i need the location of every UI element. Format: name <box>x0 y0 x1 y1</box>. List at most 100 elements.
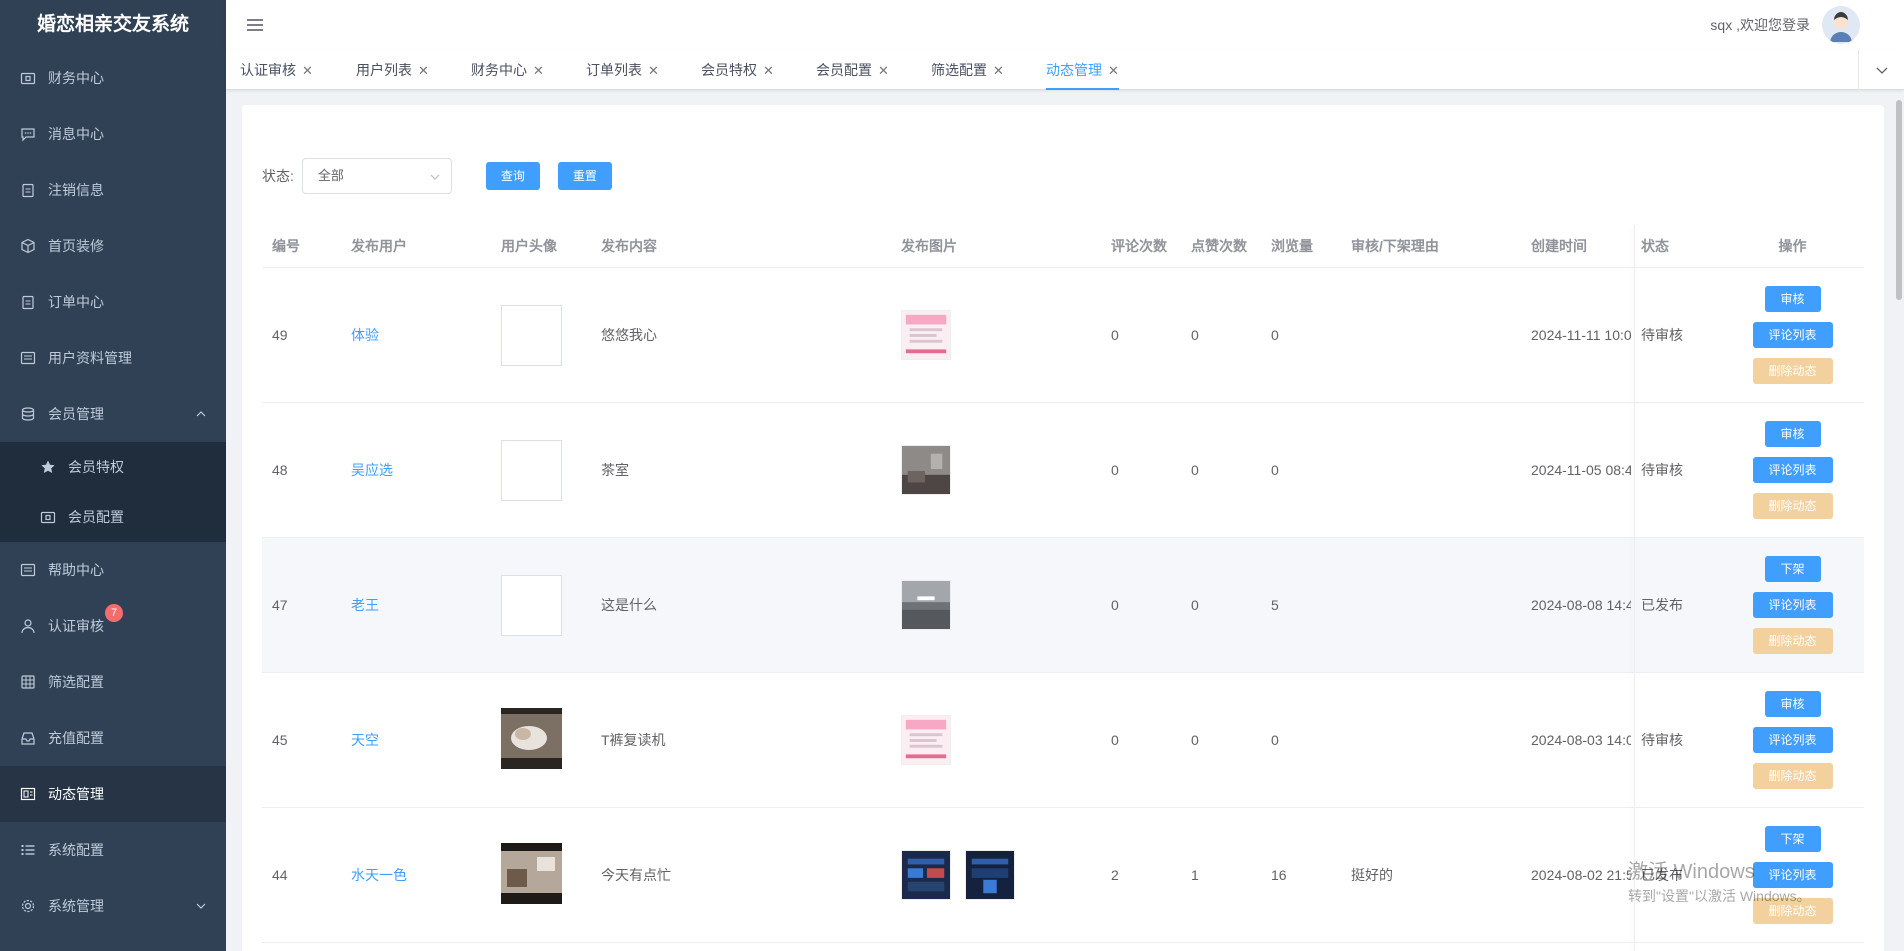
sidebar-item-finance[interactable]: 财务中心 <box>0 50 226 106</box>
close-icon[interactable]: ✕ <box>302 63 313 78</box>
search-button[interactable]: 查询 <box>485 162 540 190</box>
sidebar-item-label: 订单中心 <box>48 294 104 310</box>
review-button[interactable]: 审核 <box>1764 691 1821 717</box>
sidebar-item-home-decoration[interactable]: 首页装修 <box>0 218 226 274</box>
user-icon <box>20 618 36 634</box>
tab-member-config[interactable]: 会员配置 ✕ <box>816 50 889 90</box>
comment-list-button[interactable]: 评论列表 <box>1752 322 1833 348</box>
tab-moments[interactable]: 动态管理 ✕ <box>1046 50 1119 90</box>
row-views: 16 <box>1271 867 1287 883</box>
tab-user-list[interactable]: 用户列表 ✕ <box>356 50 429 90</box>
watermark-line-2: 转到"设置"以激活 Windows。 <box>1628 888 1811 904</box>
delete-moment-button[interactable]: 删除动态 <box>1752 763 1833 789</box>
row-created: 2024-08-02 21:5 <box>1531 867 1631 883</box>
row-views: 0 <box>1271 327 1279 343</box>
close-icon[interactable]: ✕ <box>533 63 544 78</box>
sidebar-item-user-profiles[interactable]: 用户资料管理 <box>0 330 226 386</box>
comment-list-button[interactable]: 评论列表 <box>1752 592 1833 618</box>
post-image[interactable] <box>901 715 951 765</box>
sidebar-item-membership[interactable]: 会员管理 <box>0 386 226 442</box>
sidebar-item-messages[interactable]: 消息中心 <box>0 106 226 162</box>
sidebar-item-system-config[interactable]: 系统配置 <box>0 822 226 878</box>
comment-list-button[interactable]: 评论列表 <box>1752 457 1833 483</box>
column-header-status: 状态 <box>1641 238 1669 254</box>
sidebar-item-system-management[interactable]: 系统管理 <box>0 878 226 934</box>
comment-list-button[interactable]: 评论列表 <box>1752 727 1833 753</box>
reset-button[interactable]: 重置 <box>557 162 612 190</box>
avatar[interactable] <box>1822 6 1860 44</box>
sidebar-item-label: 消息中心 <box>48 126 104 142</box>
user-link[interactable]: 吴应选 <box>351 462 393 478</box>
user-avatar[interactable] <box>501 708 562 769</box>
column-header-likes: 点赞次数 <box>1191 238 1247 254</box>
post-image[interactable] <box>901 310 951 360</box>
unpublish-button[interactable]: 下架 <box>1764 556 1821 582</box>
post-image[interactable] <box>901 580 951 630</box>
table-row: 48 吴应选 茶室 0 0 0 2024-11-05 08:4 待审核 审核 评… <box>262 403 1864 538</box>
sidebar-item-filter-config[interactable]: 筛选配置 <box>0 654 226 710</box>
delete-moment-button[interactable]: 删除动态 <box>1752 493 1833 519</box>
user-menu[interactable]: sqx ,欢迎您登录 <box>1710 6 1860 44</box>
review-button[interactable]: 审核 <box>1764 286 1821 312</box>
tab-label: 订单列表 <box>586 62 642 78</box>
moments-table: 编号 发布用户 用户头像 发布内容 发布图片 评论次数 点赞次数 浏览量 审核/… <box>262 225 1864 943</box>
close-icon[interactable]: ✕ <box>418 63 429 78</box>
sidebar-item-member-config[interactable]: 会员配置 <box>0 492 226 542</box>
column-header-comments: 评论次数 <box>1111 238 1167 254</box>
tags-dropdown-button[interactable] <box>1858 50 1904 90</box>
post-image[interactable] <box>964 850 1015 900</box>
picture-icon <box>20 786 36 802</box>
delete-moment-button[interactable]: 删除动态 <box>1752 628 1833 654</box>
tab-member-privileges[interactable]: 会员特权 ✕ <box>701 50 774 90</box>
sidebar-item-orders[interactable]: 订单中心 <box>0 274 226 330</box>
unpublish-button[interactable]: 下架 <box>1764 826 1821 852</box>
post-image[interactable] <box>901 850 951 900</box>
sidebar-item-label: 帮助中心 <box>48 562 104 578</box>
close-icon[interactable]: ✕ <box>993 63 1004 78</box>
row-likes: 0 <box>1191 327 1199 343</box>
tab-label: 财务中心 <box>471 62 527 78</box>
sidebar-item-verification[interactable]: 认证审核 7 <box>0 598 226 654</box>
sidebar-item-moments[interactable]: 动态管理 <box>0 766 226 822</box>
sidebar-item-label: 用户资料管理 <box>48 350 132 366</box>
navbar: sqx ,欢迎您登录 <box>226 0 1904 50</box>
delete-moment-button[interactable]: 删除动态 <box>1752 358 1833 384</box>
sidebar-item-help[interactable]: 帮助中心 <box>0 542 226 598</box>
row-views: 5 <box>1271 597 1279 613</box>
row-id: 44 <box>272 867 288 883</box>
sidebar-item-recharge-config[interactable]: 充值配置 <box>0 710 226 766</box>
table-row: 49 体验 悠悠我心 0 0 0 2024-11-11 10:0 待审核 审核 … <box>262 268 1864 403</box>
profile-card-icon <box>20 350 36 366</box>
tab-label: 会员配置 <box>816 62 872 78</box>
hamburger-icon[interactable] <box>246 16 264 34</box>
chevron-down-icon <box>430 174 440 180</box>
user-link[interactable]: 水天一色 <box>351 867 407 883</box>
tab-verification[interactable]: 认证审核 ✕ <box>240 50 313 90</box>
close-icon[interactable]: ✕ <box>648 63 659 78</box>
user-avatar[interactable] <box>501 574 562 636</box>
sidebar-item-label: 系统配置 <box>48 842 104 858</box>
tab-finance[interactable]: 财务中心 ✕ <box>471 50 544 90</box>
user-link[interactable]: 天空 <box>351 732 379 748</box>
row-status: 已发布 <box>1641 597 1683 613</box>
close-icon[interactable]: ✕ <box>878 63 889 78</box>
tab-filter-config[interactable]: 筛选配置 ✕ <box>931 50 1004 90</box>
sidebar-item-member-privileges[interactable]: 会员特权 <box>0 442 226 492</box>
row-content: 茶室 <box>601 462 629 478</box>
vertical-scrollbar[interactable] <box>1896 100 1902 300</box>
welcome-text: sqx ,欢迎您登录 <box>1710 17 1810 33</box>
status-select[interactable]: 全部 <box>301 158 452 194</box>
user-avatar[interactable] <box>501 304 562 366</box>
user-avatar[interactable] <box>501 843 562 904</box>
user-avatar[interactable] <box>501 439 562 501</box>
wallet-icon <box>20 70 36 86</box>
user-link[interactable]: 老王 <box>351 597 379 613</box>
close-icon[interactable]: ✕ <box>1108 63 1119 78</box>
close-icon[interactable]: ✕ <box>763 63 774 78</box>
user-link[interactable]: 体验 <box>351 327 379 343</box>
sidebar-item-deregistration[interactable]: 注销信息 <box>0 162 226 218</box>
tab-order-list[interactable]: 订单列表 ✕ <box>586 50 659 90</box>
post-image[interactable] <box>901 445 951 495</box>
review-button[interactable]: 审核 <box>1764 421 1821 447</box>
message-icon <box>20 126 36 142</box>
